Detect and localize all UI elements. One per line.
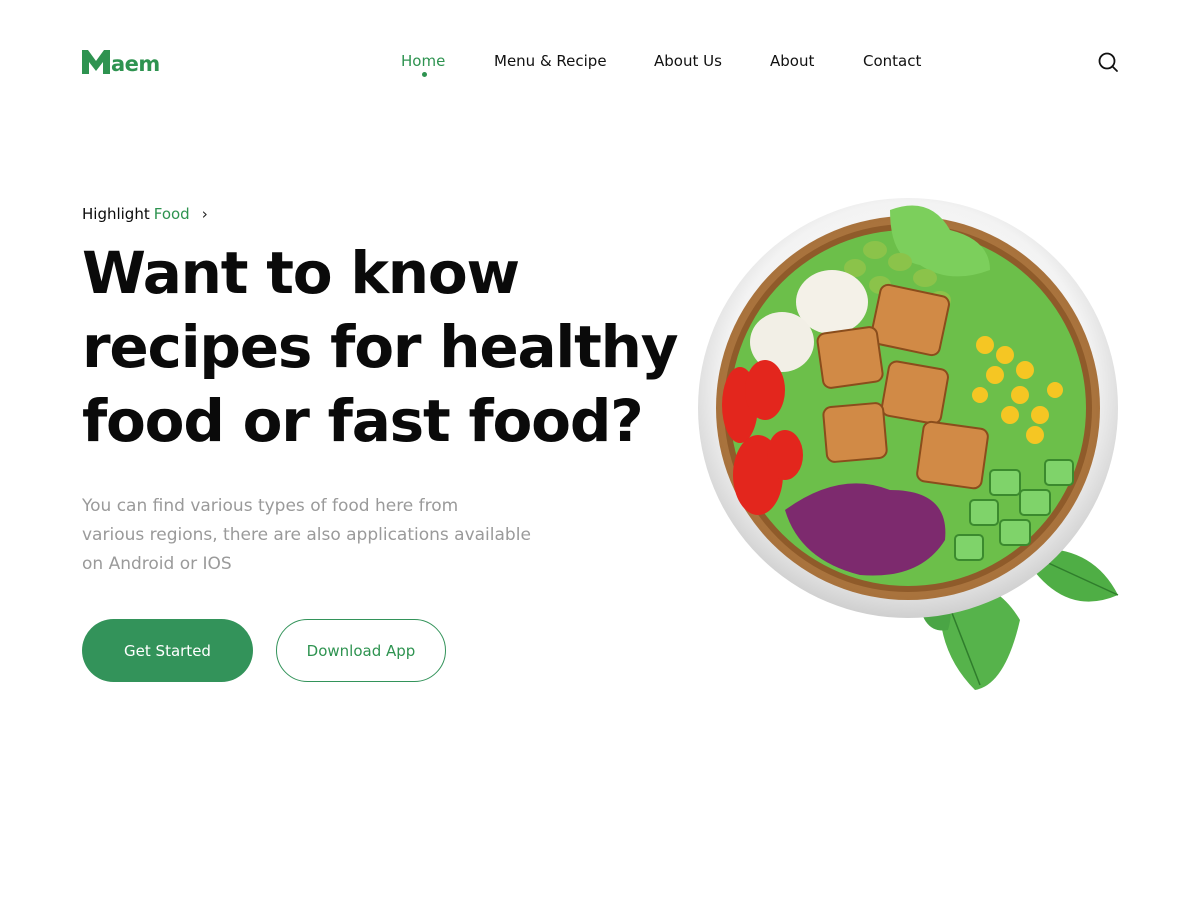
description-line: various regions, there are also applicat… bbox=[82, 525, 531, 545]
salad-bowl-image bbox=[690, 190, 1130, 700]
nav-item-contact[interactable]: Contact bbox=[863, 50, 921, 72]
hero-headline: Want to know recipes for healthy food or… bbox=[82, 236, 702, 458]
headline-line: food or fast food? bbox=[82, 387, 644, 455]
active-nav-indicator bbox=[422, 72, 427, 77]
hero-description: You can find various types of food here … bbox=[82, 492, 582, 579]
nav-item-menu-recipe[interactable]: Menu & Recipe bbox=[494, 50, 607, 72]
search-button[interactable] bbox=[1096, 50, 1120, 74]
description-line: on Android or IOS bbox=[82, 554, 232, 574]
nav-item-home[interactable]: Home bbox=[401, 50, 445, 72]
get-started-button[interactable]: Get Started bbox=[82, 619, 253, 682]
nav-item-about-us[interactable]: About Us bbox=[654, 50, 722, 72]
headline-line: Want to know bbox=[82, 239, 520, 307]
landing-page: aem Home Menu & Recipe About Us About Co… bbox=[0, 0, 1200, 900]
description-line: You can find various types of food here … bbox=[82, 496, 459, 516]
chevron-right-icon: › bbox=[201, 205, 208, 223]
search-icon bbox=[1098, 52, 1118, 72]
nav-item-about[interactable]: About bbox=[770, 50, 814, 72]
breadcrumb-prefix: Highlight bbox=[82, 205, 150, 223]
hero-breadcrumb[interactable]: Highlight Food › bbox=[82, 204, 208, 224]
salad-bowl-illustration bbox=[698, 198, 1119, 690]
download-app-button[interactable]: Download App bbox=[276, 619, 446, 682]
headline-line: recipes for healthy bbox=[82, 313, 679, 381]
main-nav: Home Menu & Recipe About Us About Contac… bbox=[0, 50, 1200, 80]
breadcrumb-accent: Food bbox=[153, 205, 190, 223]
